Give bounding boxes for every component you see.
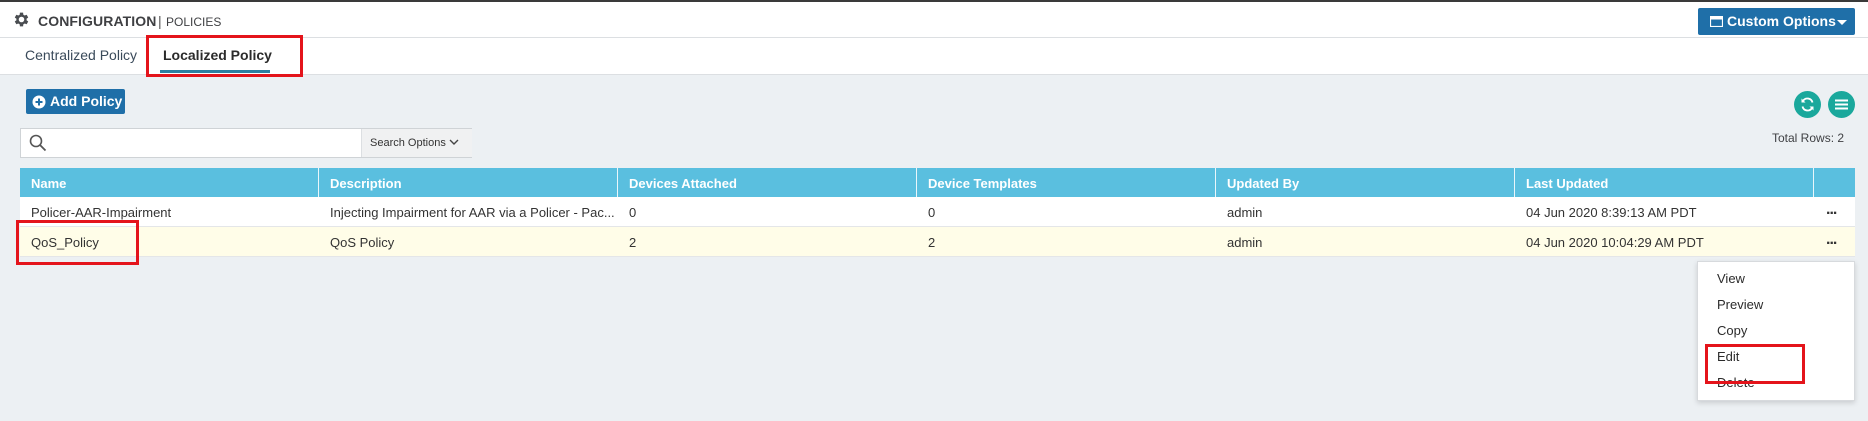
gear-icon: [14, 12, 29, 27]
highlight-box-localized-tab: [146, 35, 303, 77]
add-policy-button[interactable]: Add Policy: [26, 89, 125, 114]
top-bar: CONFIGURATION | POLICIES Custom Options: [0, 0, 1868, 38]
cell-updated-by: admin: [1227, 235, 1263, 250]
column-header-devices-attached[interactable]: Devices Attached: [618, 168, 917, 197]
search-input[interactable]: [55, 130, 381, 156]
cell-last-updated: 04 Jun 2020 10:04:29 AM PDT: [1526, 235, 1704, 250]
section-title: CONFIGURATION: [38, 13, 157, 29]
cell-last-updated: 04 Jun 2020 8:39:13 AM PDT: [1526, 205, 1697, 220]
cell-name[interactable]: Policer-AAR-Impairment: [31, 205, 171, 220]
row-actions-icon[interactable]: ...: [1826, 232, 1842, 248]
search-options-dropdown[interactable]: Search Options: [361, 129, 472, 157]
window-icon: [1710, 16, 1723, 27]
table-row[interactable]: QoS_Policy QoS Policy 2 2 admin 04 Jun 2…: [20, 227, 1855, 257]
custom-options-button[interactable]: Custom Options: [1698, 8, 1855, 35]
column-header-description[interactable]: Description: [319, 168, 618, 197]
search-bar: Search Options: [20, 128, 472, 158]
refresh-button[interactable]: [1794, 91, 1821, 118]
title-separator: |: [158, 13, 162, 29]
table-row[interactable]: Policer-AAR-Impairment Injecting Impairm…: [20, 197, 1855, 227]
cell-updated-by: admin: [1227, 205, 1263, 220]
caret-down-icon: [1837, 20, 1847, 25]
cell-devices-attached: 2: [629, 235, 637, 250]
column-header-name[interactable]: Name: [20, 168, 319, 197]
search-icon: [29, 134, 47, 152]
highlight-box-edit: [1705, 344, 1805, 384]
page-title: POLICIES: [166, 15, 222, 29]
column-header-actions: [1814, 168, 1855, 197]
chevron-down-icon: [449, 139, 459, 145]
total-rows-count: Total Rows: 2: [1772, 131, 1845, 145]
cell-description: QoS Policy: [330, 235, 395, 250]
table-menu-button[interactable]: [1828, 91, 1855, 118]
menu-item-view[interactable]: View: [1717, 271, 1745, 286]
tab-centralized-policy[interactable]: Centralized Policy: [25, 47, 137, 63]
highlight-box-qos-policy: [16, 220, 139, 265]
column-header-device-templates[interactable]: Device Templates: [917, 168, 1216, 197]
add-policy-label: Add Policy: [50, 93, 123, 109]
cell-device-templates: 2: [928, 235, 936, 250]
hamburger-menu-icon: [1835, 99, 1848, 110]
cell-description: Injecting Impairment for AAR via a Polic…: [330, 205, 615, 220]
plus-circle-icon: [32, 95, 46, 109]
row-actions-icon[interactable]: ...: [1826, 202, 1842, 218]
menu-item-preview[interactable]: Preview: [1717, 297, 1763, 312]
cell-device-templates: 0: [928, 205, 936, 220]
custom-options-label: Custom Options: [1727, 13, 1836, 29]
refresh-icon: [1801, 97, 1814, 112]
column-header-last-updated[interactable]: Last Updated: [1515, 168, 1814, 197]
menu-item-copy[interactable]: Copy: [1717, 323, 1747, 338]
search-options-label: Search Options: [370, 137, 446, 149]
column-header-updated-by[interactable]: Updated By: [1216, 168, 1515, 197]
cell-devices-attached: 0: [629, 205, 637, 220]
table-header: Name Description Devices Attached Device…: [20, 168, 1855, 197]
